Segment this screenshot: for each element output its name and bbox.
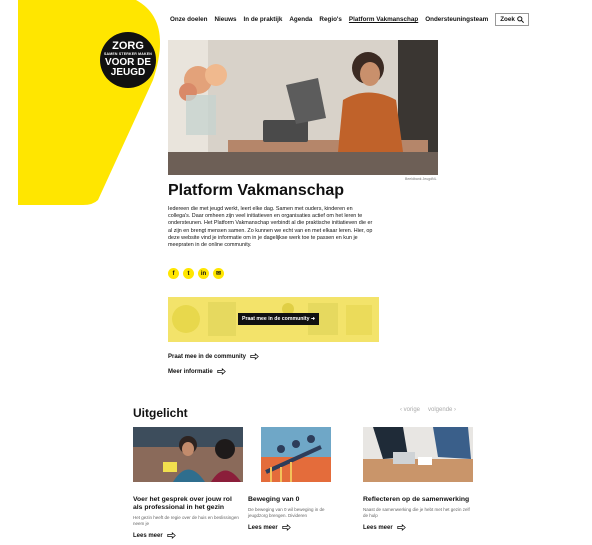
featured-card[interactable]: Voer het gesprek over jouw rol als profe… (133, 427, 243, 539)
arrow-right-icon (217, 368, 226, 375)
card-read-more[interactable]: Lees meer (363, 524, 473, 531)
community-link-label: Praat mee in de community (168, 353, 247, 360)
card-title: Beweging van 0 (248, 496, 300, 503)
info-link-label: Meer informatie (168, 368, 213, 375)
pager-prev-label: vorige (403, 407, 421, 413)
card-image (261, 427, 331, 482)
linkedin-icon[interactable]: in (198, 268, 209, 279)
featured-pager: ‹ vorige volgende › (400, 407, 456, 413)
arrow-right-icon (250, 353, 259, 360)
arrow-right-icon (282, 524, 291, 531)
logo-line-1: ZORG (112, 40, 144, 52)
facebook-icon[interactable]: f (168, 268, 179, 279)
card-title: Voer het gesprek over jouw rol als profe… (133, 496, 232, 511)
yellow-brand-shape (18, 0, 161, 205)
search-icon (517, 16, 524, 23)
card-read-more-label: Lees meer (133, 532, 163, 539)
search-button[interactable]: Zoek (495, 13, 529, 26)
arrow-right-icon (397, 524, 406, 531)
logo[interactable]: ZORG SAMEN STERKER MAKEN VOOR DE JEUGD (100, 32, 156, 88)
card-desc: Naast de samenwerking die je hebt met he… (363, 507, 470, 518)
logo-line-4: JEUGD (110, 66, 146, 78)
social-links: f t in ✉ (168, 268, 224, 279)
logo-line-2: SAMEN STERKER MAKEN (104, 52, 152, 56)
featured-card[interactable]: Reflecteren op de samenwerking Naast de … (363, 427, 473, 531)
arrow-right-icon (167, 532, 176, 539)
card-read-more-label: Lees meer (248, 524, 278, 531)
arrow-right-icon: ➜ (310, 316, 316, 322)
hero-caption: Beeldbank JeugdNL (405, 177, 437, 181)
nav-item-ondersteuningsteam[interactable]: Ondersteuningsteam (425, 16, 488, 23)
page-title: Platform Vakmanschap (168, 182, 345, 199)
banner-community-button[interactable]: Praat mee in de community ➜ (238, 313, 320, 325)
featured-title: Uitgelicht (133, 406, 188, 420)
nav-item-in-de-praktijk[interactable]: In de praktijk (243, 16, 282, 23)
card-desc: De beweging van 0 wil beweging in de jeu… (248, 507, 325, 518)
info-link[interactable]: Meer informatie (168, 368, 226, 375)
card-desc: Het gezin heeft de regie over de huis en… (133, 515, 239, 526)
card-read-more[interactable]: Lees meer (248, 524, 332, 531)
featured-card[interactable]: Beweging van 0 De beweging van 0 wil bew… (248, 427, 332, 531)
community-banner[interactable]: Praat mee in de community ➜ (168, 297, 379, 342)
pager-next[interactable]: volgende › (428, 407, 456, 413)
card-image (363, 427, 473, 482)
nav-item-nieuws[interactable]: Nieuws (214, 16, 236, 23)
card-image (133, 427, 243, 482)
pager-next-label: volgende (428, 407, 453, 413)
twitter-icon[interactable]: t (183, 268, 194, 279)
nav-item-agenda[interactable]: Agenda (289, 16, 312, 23)
logo-line-3: VOOR DE (104, 56, 152, 68)
nav-item-onze-doelen[interactable]: Onze doelen (170, 16, 207, 23)
main-nav: Onze doelen Nieuws In de praktijk Agenda… (170, 13, 529, 26)
card-read-more-label: Lees meer (363, 524, 393, 531)
nav-item-regios[interactable]: Regio's (319, 16, 342, 23)
hero-image (168, 40, 438, 175)
card-read-more[interactable]: Lees meer (133, 532, 243, 539)
card-title: Reflecteren op de samenwerking (363, 496, 470, 503)
intro-text: Iedereen die met jeugd werkt, leert elke… (168, 206, 373, 249)
community-link[interactable]: Praat mee in de community (168, 353, 259, 360)
mail-icon[interactable]: ✉ (213, 268, 224, 279)
nav-item-platform-vakmanschap[interactable]: Platform Vakmanschap (349, 16, 418, 23)
pager-prev[interactable]: ‹ vorige (400, 407, 420, 413)
banner-button-label: Praat mee in de community (242, 316, 310, 322)
search-label: Zoek (500, 16, 515, 23)
